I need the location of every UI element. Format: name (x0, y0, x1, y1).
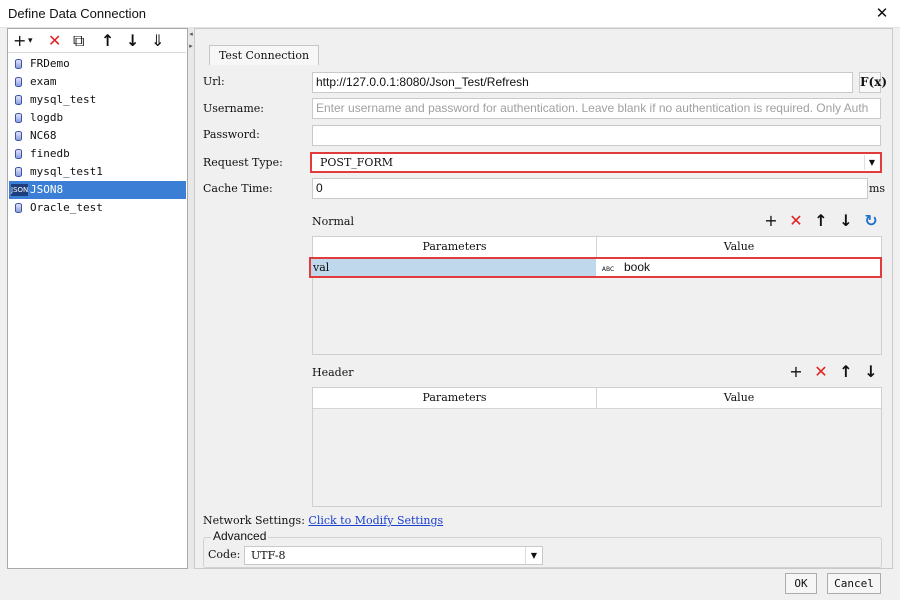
move-down-icon[interactable]: ↓ (837, 212, 855, 230)
sidebar-item-label: exam (30, 75, 57, 88)
sidebar-item[interactable]: exam (9, 73, 186, 91)
sidebar-item-label: finedb (30, 147, 70, 160)
move-down-icon[interactable]: ↓ (862, 363, 880, 381)
column-header-value: Value (723, 240, 755, 253)
request-type-select[interactable]: POST_FORM ▼ (310, 152, 882, 173)
sidebar-item-label: JSON8 (30, 183, 64, 196)
cache-time-unit: ms (869, 182, 886, 195)
parameter-value-cell[interactable]: book (620, 259, 880, 276)
add-header-icon[interactable]: + (787, 363, 805, 381)
sidebar-item[interactable]: mysql_test1 (9, 163, 186, 181)
delete-parameter-icon[interactable]: ✕ (787, 212, 805, 230)
sidebar-item-label: mysql_test1 (30, 165, 103, 178)
add-parameter-icon[interactable]: + (762, 212, 780, 230)
network-settings-label: Network Settings: (203, 514, 305, 527)
chevron-down-icon[interactable]: ▼ (525, 547, 542, 564)
normal-parameters-table: Parameters Value (312, 236, 882, 355)
table-header: Parameters Value (313, 388, 881, 409)
request-type-label: Request Type: (203, 156, 283, 169)
add-dropdown-icon[interactable]: ▾ (28, 32, 33, 50)
delete-icon[interactable]: ✕ (48, 32, 61, 50)
refresh-icon[interactable]: ↻ (862, 212, 880, 230)
database-icon (15, 113, 22, 123)
url-label: Url: (203, 75, 225, 88)
normal-toolbar: + ✕ ↑ ↓ ↻ (762, 212, 882, 230)
normal-section-title: Normal (312, 215, 355, 228)
chevron-down-icon[interactable]: ▼ (864, 155, 879, 170)
code-label: Code: (208, 548, 241, 561)
move-up-icon[interactable]: ↑ (812, 212, 830, 230)
sidebar-item-label: mysql_test (30, 93, 97, 106)
database-icon (15, 203, 22, 213)
url-input[interactable]: http://127.0.0.1:8080/Json_Test/Refresh (312, 72, 853, 93)
delete-header-icon[interactable]: ✕ (812, 363, 830, 381)
database-icon (15, 59, 22, 69)
database-icon (15, 167, 22, 177)
sidebar-item-label: FRDemo (30, 57, 70, 70)
window-title: Define Data Connection (8, 6, 147, 21)
header-parameters-table: Parameters Value (312, 387, 882, 507)
cache-time-input[interactable]: 0 (312, 178, 868, 199)
formula-icon[interactable]: F(x) (859, 72, 887, 93)
modify-settings-link[interactable]: Click to Modify Settings (308, 514, 443, 527)
username-input[interactable]: Enter username and password for authenti… (312, 98, 881, 119)
table-row[interactable]: val ABC book (309, 257, 882, 278)
sidebar-item-label: Oracle_test (30, 201, 103, 214)
username-label: Username: (203, 102, 264, 115)
code-select[interactable]: UTF-8 ▼ (244, 546, 543, 565)
copy-icon[interactable]: ⧉ (73, 32, 84, 50)
network-settings: Network Settings: Click to Modify Settin… (203, 513, 443, 529)
database-icon (15, 95, 22, 105)
sidebar-item[interactable]: mysql_test (9, 91, 186, 109)
connection-list-toolbar: + ▾ ✕ ⧉ ↑ ↓ ⇓ (8, 30, 187, 52)
move-up-icon[interactable]: ↑ (837, 363, 855, 381)
ok-button[interactable]: OK (785, 573, 817, 594)
cancel-button[interactable]: Cancel (827, 573, 881, 594)
close-icon[interactable]: ✕ (873, 4, 891, 22)
database-icon (15, 149, 22, 159)
sidebar-item-label: logdb (30, 111, 64, 124)
table-header: Parameters Value (313, 237, 881, 258)
database-icon (15, 77, 22, 87)
request-type-value: POST_FORM (320, 156, 393, 169)
type-badge-icon[interactable]: ABC (596, 259, 620, 276)
database-icon (15, 131, 22, 141)
sort-icon[interactable]: ⇓ (151, 32, 164, 50)
code-value: UTF-8 (251, 549, 286, 562)
toolbar-divider (8, 52, 186, 53)
sidebar-item[interactable]: NC68 (9, 127, 186, 145)
sidebar-item[interactable]: finedb (9, 145, 186, 163)
advanced-label: Advanced (211, 529, 269, 543)
sidebar-item[interactable]: JSON JSON8 (9, 181, 186, 199)
password-input[interactable] (312, 125, 881, 146)
parameter-name-cell[interactable]: val (311, 259, 596, 276)
column-header-parameters: Parameters (313, 388, 597, 408)
cache-time-label: Cache Time: (203, 182, 273, 195)
sidebar-item[interactable]: logdb (9, 109, 186, 127)
header-section-title: Header (312, 366, 354, 379)
add-icon[interactable]: + (13, 32, 26, 50)
sidebar-item[interactable]: Oracle_test (9, 199, 186, 217)
test-connection-button[interactable]: Test Connection (209, 45, 319, 65)
sidebar-item-label: NC68 (30, 129, 57, 142)
move-up-icon[interactable]: ↑ (101, 32, 114, 50)
password-label: Password: (203, 128, 260, 141)
move-down-icon[interactable]: ↓ (126, 32, 139, 50)
header-toolbar: + ✕ ↑ ↓ (787, 363, 882, 381)
column-header-parameters: Parameters (313, 237, 597, 257)
sidebar-item[interactable]: FRDemo (9, 55, 186, 73)
json-icon: JSON (11, 184, 29, 196)
column-header-value: Value (723, 391, 755, 404)
